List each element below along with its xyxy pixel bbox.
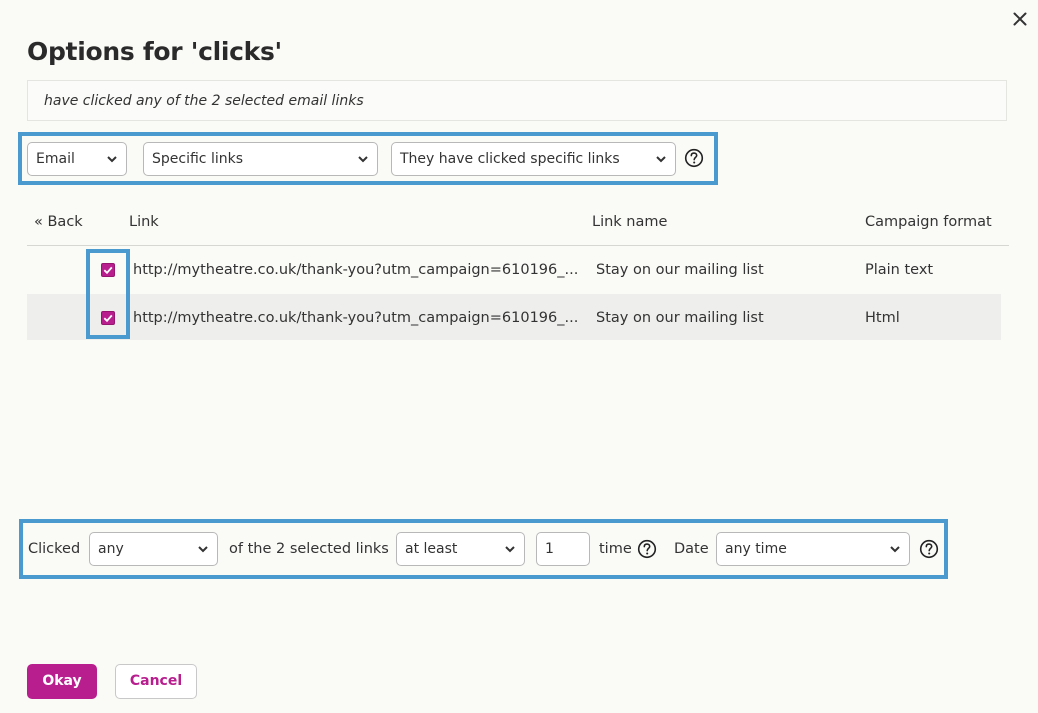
column-header-campaign-format: Campaign format <box>865 214 992 230</box>
quantifier-select[interactable]: any <box>89 532 218 566</box>
clicked-label: Clicked <box>28 541 81 557</box>
column-header-link: Link <box>129 214 159 230</box>
summary-text: have clicked any of the 2 selected email… <box>27 80 1007 121</box>
okay-button[interactable]: Okay <box>27 664 97 699</box>
row-link-name: Stay on our mailing list <box>596 310 764 326</box>
condition-select-value: They have clicked specific links <box>400 151 620 167</box>
back-link[interactable]: « Back <box>34 212 83 232</box>
scope-select-value: Specific links <box>152 151 243 167</box>
condition-select[interactable]: They have clicked specific links <box>391 142 676 176</box>
row-campaign-format: Html <box>865 310 900 326</box>
chevron-down-icon <box>890 546 900 553</box>
count-input[interactable]: 1 <box>536 532 590 566</box>
close-icon[interactable] <box>1010 9 1030 29</box>
selected-links-label: of the 2 selected links <box>229 541 389 557</box>
quantifier-select-value: any <box>98 541 124 557</box>
scope-select[interactable]: Specific links <box>143 142 378 176</box>
row-link-url[interactable]: http://mytheatre.co.uk/thank-you?utm_cam… <box>133 260 578 280</box>
cancel-button[interactable]: Cancel <box>115 664 197 699</box>
chevron-down-icon <box>358 156 368 163</box>
row-checkbox[interactable] <box>101 263 115 277</box>
checkmark-icon <box>103 314 113 323</box>
chevron-down-icon <box>505 546 515 553</box>
time-label: time <box>599 541 632 557</box>
comparison-select[interactable]: at least <box>396 532 525 566</box>
date-label: Date <box>674 541 709 557</box>
channel-select-value: Email <box>36 151 75 167</box>
channel-select[interactable]: Email <box>27 142 127 176</box>
date-range-select-value: any time <box>725 541 787 557</box>
date-range-select[interactable]: any time <box>716 532 910 566</box>
help-icon[interactable] <box>684 148 704 168</box>
chevron-down-icon <box>656 156 666 163</box>
column-header-link-name: Link name <box>592 214 668 230</box>
row-checkbox[interactable] <box>101 311 115 325</box>
chevron-down-icon <box>107 156 117 163</box>
row-link-name: Stay on our mailing list <box>596 262 764 278</box>
help-icon[interactable] <box>637 539 657 559</box>
chevron-down-icon <box>198 546 208 553</box>
checkmark-icon <box>103 266 113 275</box>
help-icon[interactable] <box>919 539 939 559</box>
dialog-title: Options for 'clicks' <box>27 37 282 66</box>
row-campaign-format: Plain text <box>865 262 934 278</box>
row-link-url[interactable]: http://mytheatre.co.uk/thank-you?utm_cam… <box>133 308 578 328</box>
comparison-select-value: at least <box>405 541 458 557</box>
